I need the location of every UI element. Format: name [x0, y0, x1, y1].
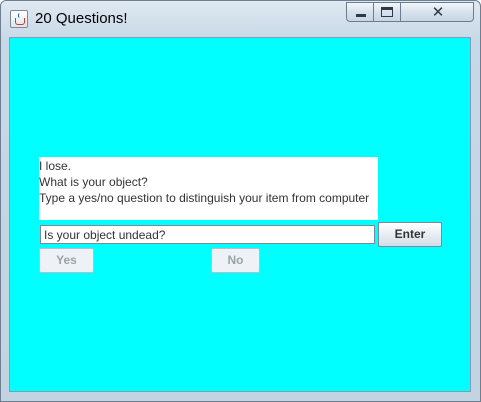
game-panel: I lose. What is your object? Type a yes/… — [9, 37, 471, 392]
window-title: 20 Questions! — [35, 10, 128, 27]
close-icon: ✕ — [431, 3, 445, 21]
minimize-button[interactable] — [346, 2, 374, 22]
yes-button[interactable]: Yes — [39, 248, 94, 273]
message-line: What is your object? — [39, 175, 148, 189]
message-area: I lose. What is your object? Type a yes/… — [39, 157, 378, 220]
no-button[interactable]: No — [211, 248, 260, 273]
title-bar[interactable]: 20 Questions! ✕ — [1, 1, 480, 37]
maximize-icon — [381, 7, 393, 17]
maximize-button[interactable] — [374, 2, 401, 22]
minimize-icon — [356, 14, 366, 17]
message-line: Type a yes/no question to distinguish yo… — [39, 191, 370, 205]
close-button[interactable]: ✕ — [401, 2, 474, 22]
question-input[interactable] — [40, 225, 375, 244]
app-window: 20 Questions! ✕ I lose. What is your obj… — [0, 0, 481, 402]
enter-button[interactable]: Enter — [378, 222, 442, 247]
java-cup-icon[interactable] — [10, 10, 28, 28]
window-controls: ✕ — [346, 2, 474, 22]
message-line: I lose. — [39, 159, 72, 173]
